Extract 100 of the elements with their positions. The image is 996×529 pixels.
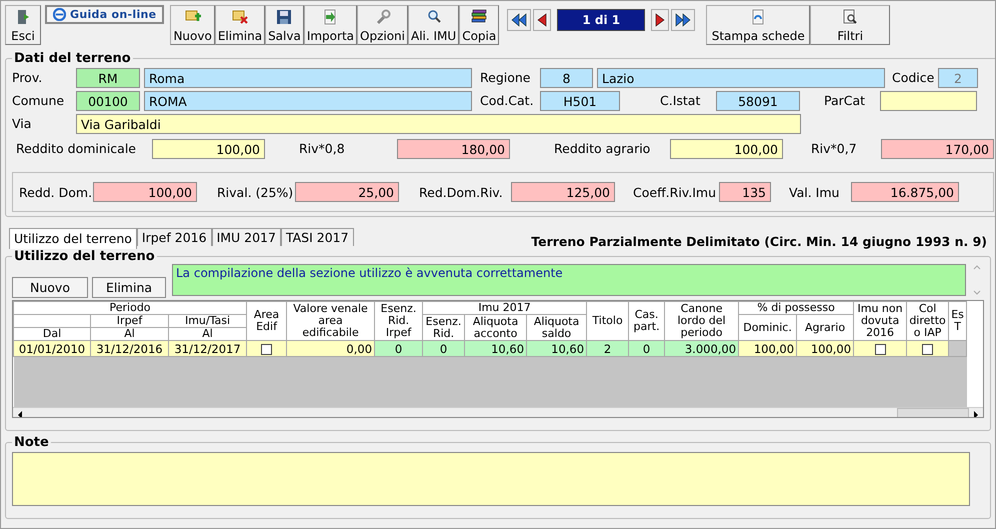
field-label: Regione bbox=[480, 70, 532, 85]
income-field[interactable]: 170,00 bbox=[881, 138, 994, 158]
parcat-field[interactable] bbox=[880, 90, 977, 110]
income-field[interactable]: 180,00 bbox=[397, 138, 510, 158]
field-label: Red.Dom.Riv. bbox=[419, 184, 504, 200]
document-refresh-icon bbox=[750, 9, 766, 25]
first-record-button[interactable] bbox=[507, 9, 532, 31]
revaluation-field[interactable]: 125,00 bbox=[511, 182, 615, 202]
column-header: Canone lordo del periodo bbox=[664, 302, 739, 340]
column-header: Es T bbox=[948, 302, 967, 340]
table-cell: 100,00 bbox=[796, 340, 854, 356]
province-name-field[interactable]: Roma bbox=[144, 68, 472, 88]
cadastral-code-field[interactable]: H501 bbox=[540, 90, 620, 110]
toolbar-button[interactable]: Ali. IMU bbox=[408, 5, 460, 45]
tab[interactable]: Irpef 2016 bbox=[136, 228, 212, 246]
help-button[interactable]: Guida on-line bbox=[45, 5, 164, 24]
double-right-arrow-icon bbox=[674, 12, 692, 28]
table-cell: 0 bbox=[628, 340, 665, 356]
checkbox[interactable] bbox=[261, 344, 272, 355]
revaluation-field[interactable]: 16.875,00 bbox=[851, 182, 959, 202]
tab[interactable]: IMU 2017 bbox=[212, 228, 281, 246]
table-cell: 2 bbox=[586, 340, 629, 356]
column-header: Dominic. bbox=[738, 314, 797, 340]
table-cell: 100,00 bbox=[738, 340, 797, 356]
revaluation-field[interactable]: 135 bbox=[719, 182, 771, 202]
column-header: Imu 2017 bbox=[422, 302, 587, 314]
previous-record-button[interactable] bbox=[533, 9, 552, 31]
table-cell: 0,00 bbox=[286, 340, 375, 356]
table-cell: 3.000,00 bbox=[664, 340, 739, 356]
document-cross-icon bbox=[230, 9, 249, 25]
toolbar-button[interactable]: Copia bbox=[459, 5, 500, 45]
field-label: Comune bbox=[12, 93, 66, 108]
toolbar-button[interactable]: Nuovo bbox=[170, 5, 215, 45]
tab[interactable]: Utilizzo del terreno bbox=[9, 228, 137, 249]
column-header: Aliquota acconto bbox=[464, 314, 527, 340]
column-header: Al bbox=[168, 328, 247, 340]
column-header: Cas. part. bbox=[628, 302, 665, 340]
record-counter: 1 di 1 bbox=[557, 9, 646, 31]
section-title: Dati del terreno bbox=[13, 51, 132, 66]
tab[interactable]: TASI 2017 bbox=[280, 228, 354, 246]
checkbox[interactable] bbox=[874, 344, 886, 355]
double-left-arrow-icon bbox=[510, 12, 528, 28]
toolbar-button[interactable]: Salva bbox=[265, 5, 304, 45]
document-magnifier-icon bbox=[842, 9, 858, 25]
column-header: Aliquota saldo bbox=[526, 314, 587, 340]
stacked-sheets-icon bbox=[470, 9, 488, 25]
next-record-button[interactable] bbox=[651, 9, 670, 31]
status-message: La compilazione della sezione utilizzo è avvenuta correttamente bbox=[172, 264, 966, 296]
table-cell: 0 bbox=[422, 340, 465, 356]
field-label: C.Istat bbox=[660, 93, 702, 108]
field-label: Via bbox=[12, 116, 32, 131]
municipality-code-field[interactable]: 00100 bbox=[76, 90, 140, 110]
column-header: Imu/Tasi bbox=[168, 314, 247, 328]
municipality-name-field[interactable]: ROMA bbox=[144, 90, 472, 110]
column-header: Dal bbox=[14, 328, 90, 340]
table-cell: 31/12/2016 bbox=[90, 340, 168, 356]
column-header: Col diretto o IAP bbox=[906, 302, 949, 340]
print-button[interactable]: Stampa schede bbox=[706, 5, 810, 45]
province-code-field[interactable]: RM bbox=[76, 68, 140, 88]
toolbar-button[interactable]: Opzioni bbox=[357, 5, 408, 45]
column-header: Esenz. Rid. Irpef bbox=[374, 302, 423, 340]
magnifier-icon bbox=[426, 9, 442, 25]
section-button[interactable]: Elimina bbox=[92, 277, 166, 298]
exit-button[interactable]: Esci bbox=[5, 5, 41, 45]
column-header: Titolo bbox=[586, 302, 629, 340]
last-record-button[interactable] bbox=[671, 9, 696, 31]
income-field[interactable]: 100,00 bbox=[670, 138, 783, 158]
column-header: Al bbox=[90, 328, 168, 340]
street-field[interactable]: Via Garibaldi bbox=[76, 114, 801, 134]
note-field[interactable] bbox=[12, 452, 970, 506]
field-label: Redd. Dom. bbox=[19, 184, 93, 200]
tab-caption: Terreno Parzialmente Delimitato (Circ. Min. 14 giugno 1993 n. 9) bbox=[531, 234, 987, 249]
field-label: Reddito dominicale bbox=[16, 141, 138, 156]
field-label: Riv*0,8 bbox=[299, 141, 346, 156]
istat-code-field[interactable]: 58091 bbox=[716, 90, 800, 110]
field-label: Reddito agrario bbox=[554, 141, 652, 156]
table-cell: 10,60 bbox=[526, 340, 587, 356]
field-label: Val. Imu bbox=[789, 184, 840, 200]
field-label: Rival. (25%) bbox=[217, 184, 294, 200]
column-header: Imu non dovuta 2016 bbox=[854, 302, 907, 340]
region-name-field[interactable]: Lazio bbox=[597, 68, 885, 88]
field-label: Coeff.Riv.Imu bbox=[633, 184, 717, 200]
column-header: Esenz. Rid. bbox=[422, 314, 465, 340]
checkbox[interactable] bbox=[922, 344, 934, 355]
field-label: Riv*0,7 bbox=[811, 141, 858, 156]
revaluation-field[interactable]: 100,00 bbox=[93, 182, 197, 202]
table-cell: 0 bbox=[374, 340, 423, 356]
revaluation-field[interactable]: 25,00 bbox=[295, 182, 399, 202]
region-code-field[interactable]: 8 bbox=[540, 68, 593, 88]
column-header: Valore venale area edificabile bbox=[286, 302, 375, 340]
income-field[interactable]: 100,00 bbox=[152, 138, 265, 158]
toolbar-button[interactable]: Importa bbox=[304, 5, 358, 45]
column-header: % di possesso bbox=[738, 302, 854, 314]
toolbar-button[interactable]: Elimina bbox=[214, 5, 266, 45]
field-label: Prov. bbox=[12, 70, 44, 85]
filter-button[interactable]: Filtri bbox=[810, 5, 890, 45]
field-label: ParCat bbox=[824, 93, 866, 108]
right-arrow-icon bbox=[654, 12, 666, 28]
door-exit-icon bbox=[15, 9, 31, 25]
section-button[interactable]: Nuovo bbox=[12, 277, 88, 298]
